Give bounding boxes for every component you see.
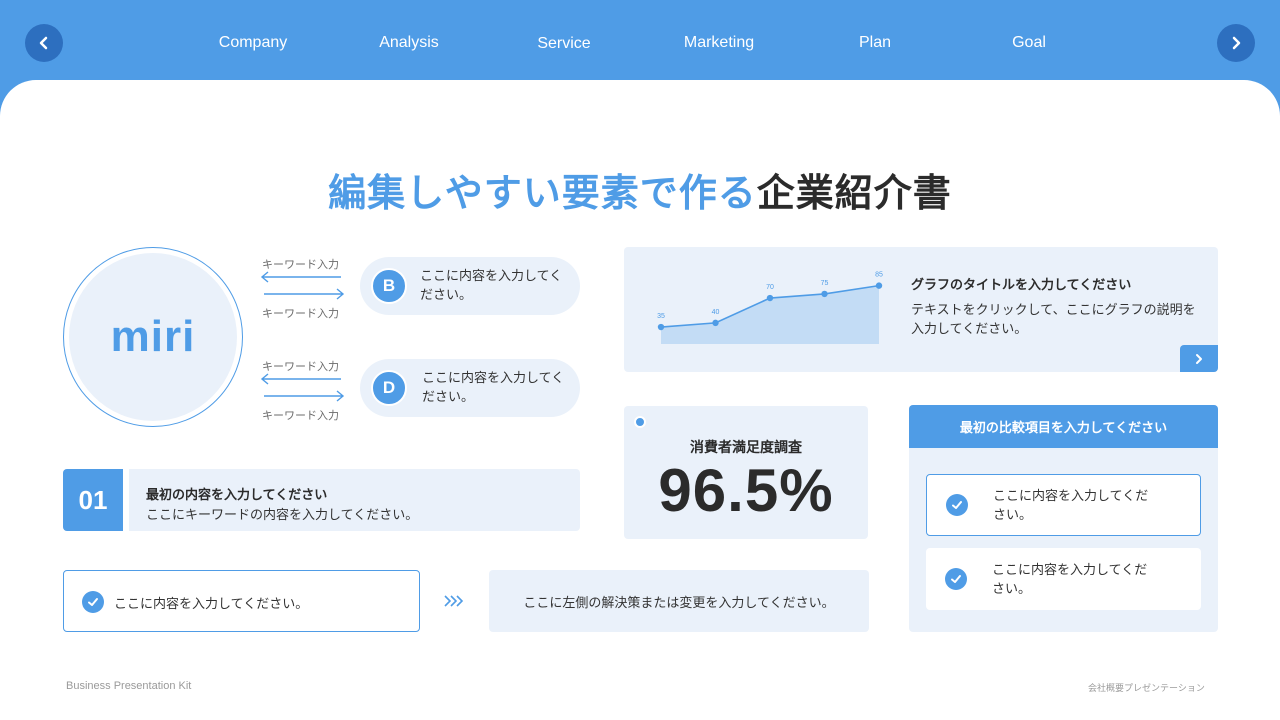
chart-data-label: 75 (821, 280, 829, 287)
chart-next-button[interactable] (1180, 345, 1218, 372)
step-number: 01 (63, 469, 123, 531)
keyword-label: キーワード入力 (262, 409, 339, 422)
compare-card: 最初の比較項目を入力してください ここに内容を入力してください。 ここに内容を入… (909, 405, 1218, 632)
stat-value: 96.5% (658, 457, 834, 524)
nav-item-goal[interactable]: Goal (1012, 34, 1046, 52)
check-item-text: ここに内容を入力してください。 (114, 597, 309, 612)
chart-data-label: 85 (875, 272, 883, 279)
stat-dot (634, 416, 646, 428)
page-title-highlight: 編集しやすい要素で作る (328, 171, 757, 215)
logo-inner: miri (69, 253, 237, 421)
chart-point (657, 323, 665, 331)
page-title: 編集しやすい要素で作る企業紹介書 (0, 162, 1280, 217)
compare-item: ここに内容を入力してください。 (926, 474, 1201, 536)
logo-circle: miri (63, 247, 243, 427)
arrow-right-icon (264, 390, 345, 402)
arrow-left-icon (260, 373, 341, 385)
step-description: ここにキーワードの内容を入力してください。 (146, 508, 419, 523)
page-title-rest: 企業紹介書 (756, 171, 952, 215)
stat-card: 消費者満足度調査 96.5% (624, 406, 868, 539)
pill-badge: B (371, 268, 407, 304)
keyword-label: キーワード入力 (262, 258, 339, 271)
compare-header: 最初の比較項目を入力してください (909, 405, 1218, 448)
chart-data-label: 40 (712, 309, 720, 316)
nav-item-marketing[interactable]: Marketing (684, 34, 754, 52)
chart-point (712, 319, 719, 327)
next-slide-button[interactable] (1217, 24, 1255, 62)
nav-item-analysis[interactable]: Analysis (379, 34, 439, 52)
check-item-box: ここに内容を入力してください。 (63, 570, 420, 632)
chart-area-fill (661, 285, 879, 344)
check-circle-icon (946, 494, 968, 516)
chart-point (821, 290, 828, 298)
chart-card-description: テキストをクリックして、ここにグラフの説明を入力してください。 (911, 303, 1196, 337)
pill-item-d: D ここに内容を入力してください。 (360, 359, 580, 417)
pill-item-b: B ここに内容を入力してください。 (360, 257, 580, 315)
chevron-right-icon (1196, 353, 1202, 364)
arrow-right-icon (264, 288, 345, 300)
nav-item-service[interactable]: Service (537, 35, 590, 53)
nav-item-plan[interactable]: Plan (859, 34, 891, 52)
check-circle-icon (945, 568, 967, 590)
check-circle-icon (82, 591, 104, 613)
step-title: 最初の内容を入力してください (146, 488, 328, 503)
chart-data-label: 70 (766, 284, 774, 291)
chart-point (875, 282, 883, 289)
pill-text: ここに内容を入力してください。 (422, 371, 565, 405)
compare-item-text: ここに内容を入力してください。 (992, 563, 1148, 597)
chevron-right-icon (1232, 36, 1241, 50)
keyword-label: キーワード入力 (262, 360, 339, 373)
logo: miri (110, 312, 196, 361)
footer-right-text: 会社概要プレゼンテーション (1088, 684, 1205, 694)
pill-text: ここに内容を入力してください。 (420, 269, 563, 303)
area-chart: 35 40 70 75 85 (657, 272, 883, 344)
solution-text: ここに左側の解決策または変更を入力してください。 (523, 596, 835, 611)
arrow-left-icon (260, 271, 341, 283)
compare-item-text: ここに内容を入力してください。 (993, 489, 1149, 523)
chevron-left-icon (39, 36, 48, 50)
prev-slide-button[interactable] (25, 24, 63, 62)
chart-card-title: グラフのタイトルを入力してください (911, 278, 1132, 293)
chart-card: 35 40 70 75 85 グラフのタイトルを入力してください テキストをクリックして… (624, 247, 1218, 372)
pill-badge: D (371, 370, 407, 406)
solution-box: ここに左側の解決策または変更を入力してください。 (489, 570, 869, 632)
chart-point (766, 294, 774, 302)
triple-chevron-icon (444, 595, 464, 607)
chart-data-label: 35 (657, 313, 665, 320)
nav-item-company[interactable]: Company (219, 34, 287, 52)
stat-label: 消費者満足度調査 (690, 440, 802, 456)
keyword-label: キーワード入力 (262, 307, 339, 320)
step-card: 01 最初の内容を入力してください ここにキーワードの内容を入力してください。 (63, 469, 580, 531)
compare-item: ここに内容を入力してください。 (926, 548, 1201, 610)
footer-left-text: Business Presentation Kit (66, 680, 192, 692)
step-divider (123, 469, 129, 531)
